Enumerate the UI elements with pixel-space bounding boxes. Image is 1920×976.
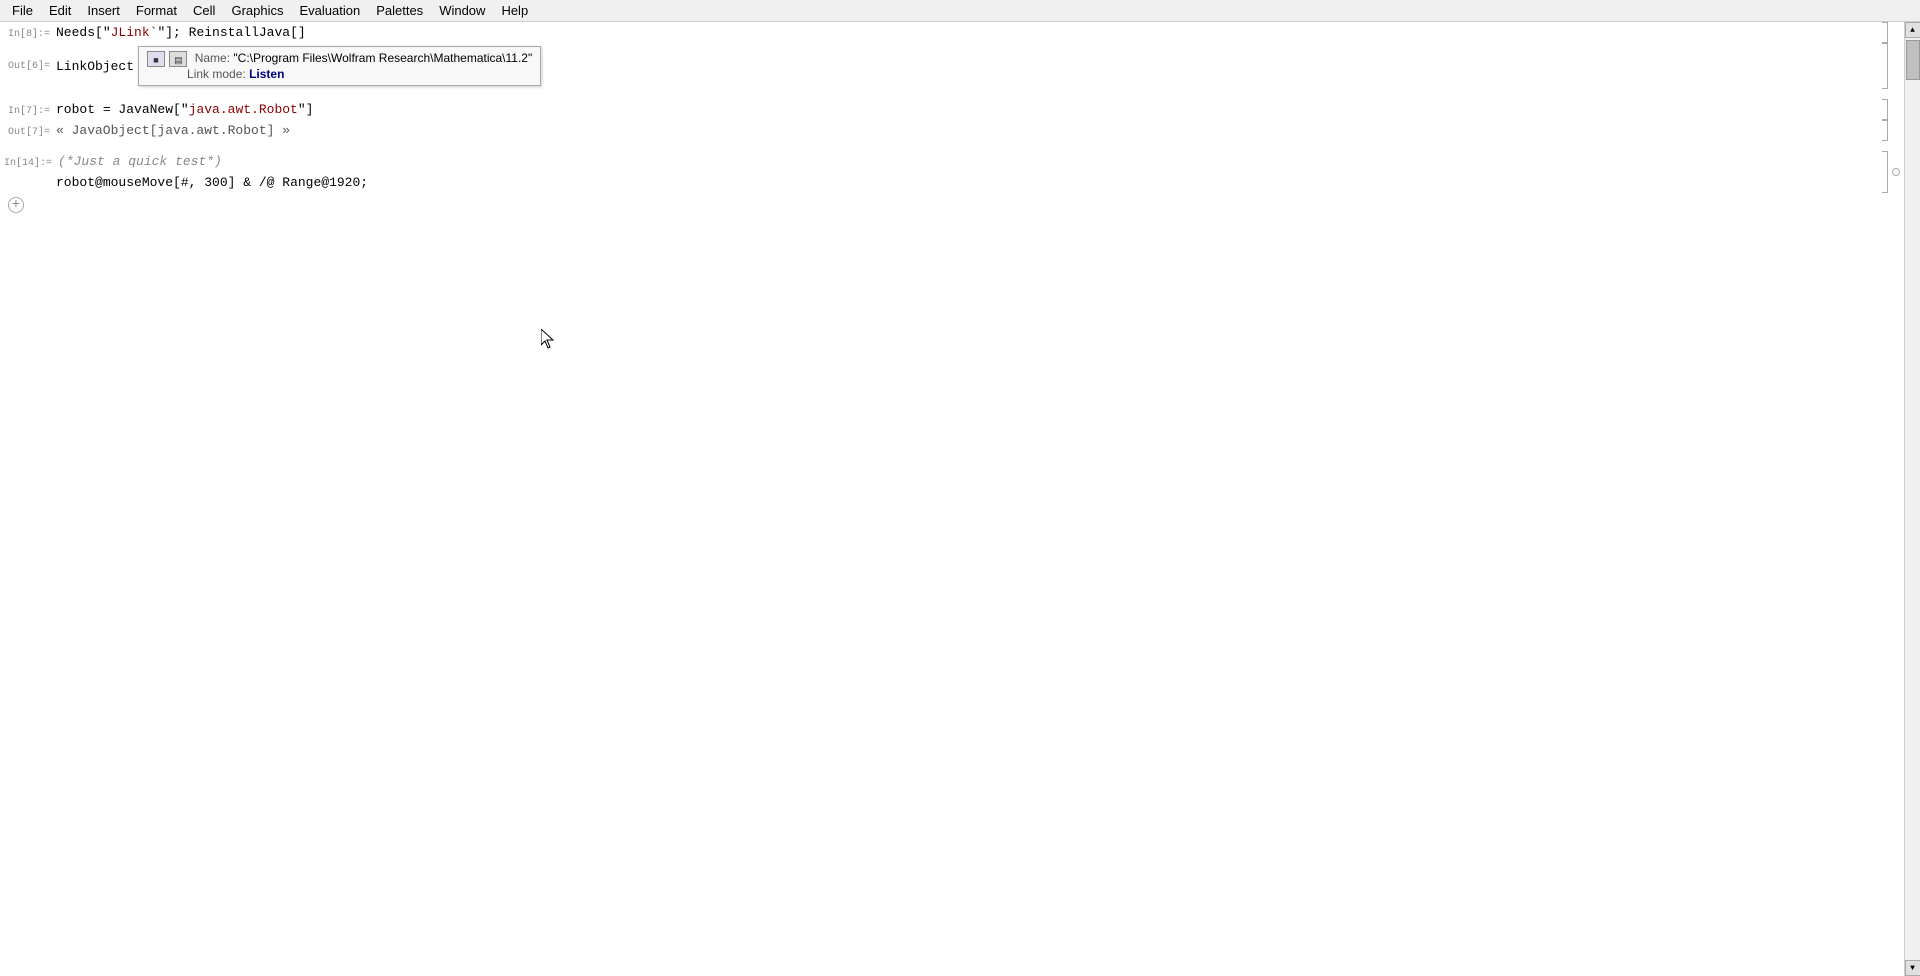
menu-help[interactable]: Help	[493, 1, 536, 20]
notebook-content[interactable]: In[8]:= Needs["JLink`"]; ReinstallJava[]…	[0, 22, 1904, 976]
add-cell-button[interactable]: +	[0, 193, 1904, 213]
input-code-3: robot = JavaNew["java.awt.Robot"]	[56, 102, 313, 117]
tooltip-icon-2: ▤	[169, 51, 187, 67]
code-reinstalljava: ReinstallJava	[189, 25, 290, 40]
spacer-2	[0, 141, 1904, 151]
input-cell-1[interactable]: In[8]:= Needs["JLink`"]; ReinstallJava[]	[0, 22, 1874, 43]
output-code-2: LinkObject	[56, 59, 134, 74]
menu-palettes[interactable]: Palettes	[368, 1, 431, 20]
input-label-3: In[7]:=	[4, 106, 56, 117]
menu-edit[interactable]: Edit	[41, 1, 79, 20]
output-label-2: Out[6]=	[4, 61, 56, 72]
scrollbar[interactable]: ▲ ▼	[1904, 22, 1920, 976]
scroll-track[interactable]	[1905, 38, 1920, 960]
menu-window[interactable]: Window	[431, 1, 493, 20]
menubar: File Edit Insert Format Cell Graphics Ev…	[0, 0, 1920, 22]
plus-icon[interactable]: +	[8, 197, 24, 213]
input-code-1: Needs["JLink`"]; ReinstallJava[]	[56, 25, 306, 40]
notebook: In[8]:= Needs["JLink`"]; ReinstallJava[]…	[0, 22, 1920, 976]
output-label-4: Out[7]=	[4, 127, 56, 138]
input-code-5-comment: (*Just a quick test*)	[58, 154, 222, 169]
scroll-down-button[interactable]: ▼	[1905, 960, 1920, 976]
menu-graphics[interactable]: Graphics	[223, 1, 291, 20]
tooltip-mode-value: Listen	[249, 67, 284, 81]
linkobject-tooltip[interactable]: ■ ▤ Name: "C:\Program Files\Wolfram Rese…	[138, 46, 541, 86]
menu-insert[interactable]: Insert	[79, 1, 128, 20]
menu-format[interactable]: Format	[128, 1, 185, 20]
scroll-up-button[interactable]: ▲	[1905, 22, 1920, 38]
cell-block-1: In[8]:= Needs["JLink`"]; ReinstallJava[]	[0, 22, 1904, 43]
cell-bracket-1	[1882, 22, 1888, 43]
menu-evaluation[interactable]: Evaluation	[291, 1, 368, 20]
cell-bracket-4	[1882, 120, 1888, 141]
input-label-1: In[8]:=	[4, 29, 56, 40]
scroll-thumb[interactable]	[1906, 40, 1920, 80]
cell-bracket-3	[1882, 99, 1888, 120]
cell-bracket-2	[1882, 43, 1888, 89]
output-cell-4: Out[7]= « JavaObject[java.awt.Robot] »	[0, 120, 1874, 141]
cell-block-2: Out[6]= LinkObject ■ ▤ Name: "C:\Program…	[0, 43, 1904, 89]
output-cell-2: Out[6]= LinkObject ■ ▤ Name: "C:\Program…	[0, 43, 1874, 89]
input-label-5: In[14]:=	[4, 158, 58, 169]
input-cell-5-line2[interactable]: robot@mouseMove[#, 300] & /@ Range@1920;	[0, 172, 1874, 193]
menu-cell[interactable]: Cell	[185, 1, 223, 20]
cell-block-3: In[7]:= robot = JavaNew["java.awt.Robot"…	[0, 99, 1904, 120]
eval-indicator	[1892, 168, 1900, 176]
code-jlink-str: JLink`	[111, 25, 158, 40]
code-needs: Needs	[56, 25, 95, 40]
tooltip-icon-1: ■	[147, 51, 165, 67]
menu-file[interactable]: File	[4, 1, 41, 20]
output-code-4: « JavaObject[java.awt.Robot] »	[56, 123, 290, 138]
spacer-1	[0, 89, 1904, 99]
tooltip-name-value: "C:\Program Files\Wolfram Research\Mathe…	[233, 51, 532, 65]
cell-block-4: Out[7]= « JavaObject[java.awt.Robot] »	[0, 120, 1904, 141]
cell-bracket-5	[1882, 151, 1888, 193]
input-cell-3[interactable]: In[7]:= robot = JavaNew["java.awt.Robot"…	[0, 99, 1874, 120]
input-cell-5-line1[interactable]: In[14]:= (*Just a quick test*)	[0, 151, 1874, 172]
tooltip-name-label: Name:	[195, 51, 234, 65]
tooltip-mode-label: Link mode:	[187, 67, 249, 81]
input-code-5-main: robot@mouseMove[#, 300] & /@ Range@1920;	[56, 175, 368, 190]
cell-block-5: In[14]:= (*Just a quick test*) robot@mou…	[0, 151, 1904, 193]
